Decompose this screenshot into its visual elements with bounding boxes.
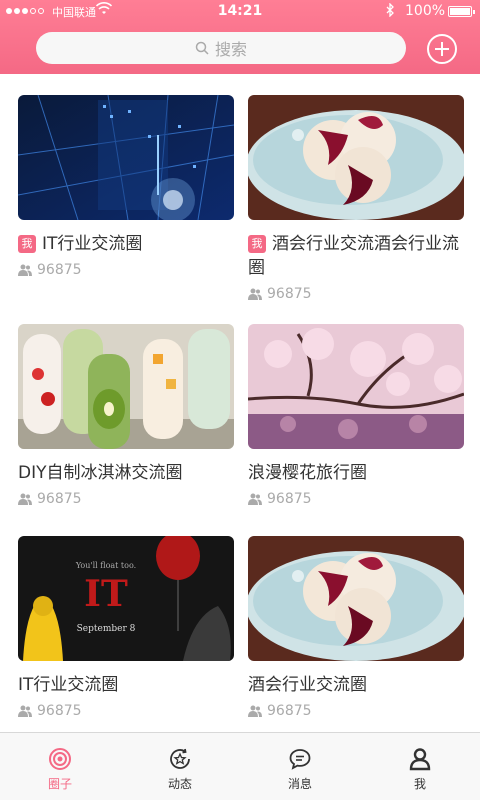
tab-circles[interactable]: 圈子 (0, 733, 120, 800)
battery-icon (448, 6, 475, 17)
circle-title: 酒会行业交流酒会行业流圈 (248, 234, 459, 278)
circle-card[interactable]: You'll float too. IT September 8 IT行业交流圈… (18, 536, 234, 719)
members-icon (248, 705, 262, 717)
app-header: 中国联通 14:21 100% 搜索 (0, 0, 480, 74)
poster-title: IT (84, 573, 128, 615)
member-count: 96875 (267, 286, 312, 302)
circle-title: 浪漫樱花旅行圈 (248, 463, 367, 483)
circle-card[interactable]: 我 IT行业交流圈 96875 (18, 95, 234, 278)
tab-me[interactable]: 我 (360, 733, 480, 800)
tab-label: 我 (413, 777, 426, 791)
circle-thumbnail-it-poster: You'll float too. IT September 8 (18, 536, 234, 661)
chat-bubble-icon (289, 749, 311, 770)
circle-title: IT行业交流圈 (42, 234, 143, 254)
members-icon (248, 493, 262, 505)
circle-card[interactable]: 浪漫樱花旅行圈 96875 (248, 324, 464, 507)
tab-label: 圈子 (47, 777, 72, 791)
circle-title: 酒会行业交流圈 (248, 675, 367, 695)
search-placeholder: 搜索 (214, 40, 247, 59)
search-input[interactable]: 搜索 (36, 32, 406, 64)
member-count: 96875 (267, 491, 312, 507)
circle-thumbnail-ice-cream-plate (248, 536, 464, 661)
member-count: 96875 (37, 703, 82, 719)
search-icon (195, 41, 209, 55)
circle-target-icon (49, 748, 71, 770)
circle-grid: 我 IT行业交流圈 96875 我酒会行业交流酒会行业流圈 96875 DIY自… (0, 74, 480, 732)
members-icon (18, 705, 32, 717)
circle-title: DIY自制冰淇淋交流圈 (18, 463, 183, 483)
circle-thumbnail-it-tech (18, 95, 234, 220)
user-icon (409, 748, 431, 771)
members-icon (18, 493, 32, 505)
tab-messages[interactable]: 消息 (240, 733, 360, 800)
tab-label: 消息 (287, 777, 312, 791)
members-icon (248, 288, 262, 300)
circle-card[interactable]: DIY自制冰淇淋交流圈 96875 (18, 324, 234, 507)
add-circle-button[interactable] (427, 34, 457, 64)
poster-date: September 8 (77, 624, 136, 634)
star-refresh-icon (170, 748, 190, 769)
member-count: 96875 (267, 703, 312, 719)
circle-card[interactable]: 酒会行业交流圈 96875 (248, 536, 464, 719)
members-icon (18, 264, 32, 276)
circle-thumbnail-ice-cream-plate (248, 95, 464, 220)
circle-title: IT行业交流圈 (18, 675, 119, 695)
circle-thumbnail-cherry-blossom (248, 324, 464, 449)
member-count: 96875 (37, 262, 82, 278)
poster-tagline: You'll float too. (75, 561, 136, 570)
my-circle-badge: 我 (248, 235, 266, 253)
bottom-tab-bar: 圈子 动态 消息 我 (0, 732, 480, 800)
circle-thumbnail-popsicles (18, 324, 234, 449)
status-bar: 中国联通 14:21 100% (0, 0, 480, 24)
bluetooth-icon (386, 2, 395, 20)
battery-percent: 100% (405, 3, 446, 19)
circle-card[interactable]: 我酒会行业交流酒会行业流圈 96875 (248, 95, 464, 302)
tab-label: 动态 (167, 777, 192, 791)
tab-feed[interactable]: 动态 (120, 733, 240, 800)
my-circle-badge: 我 (18, 235, 36, 253)
member-count: 96875 (37, 491, 82, 507)
